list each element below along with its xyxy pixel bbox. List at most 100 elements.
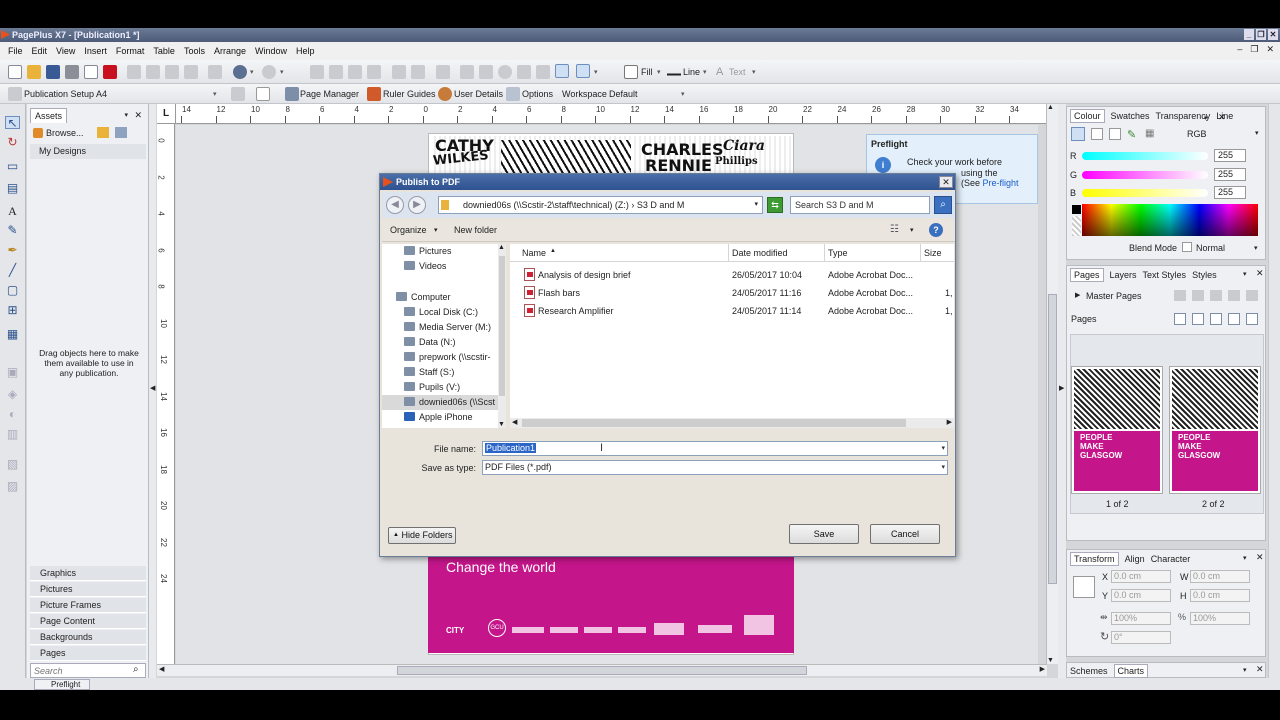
duplicate-page-icon[interactable] <box>1210 313 1222 325</box>
colour-menu-icon[interactable]: ▾ <box>1204 114 1208 122</box>
tab-align[interactable]: Align <box>1125 554 1145 564</box>
search-icon[interactable]: ⌕ <box>934 196 952 214</box>
file-row[interactable]: Analysis of design brief 26/05/2017 10:0… <box>510 266 954 284</box>
assets-search-input[interactable] <box>30 663 146 678</box>
table-tool-icon[interactable]: ▦ <box>5 328 20 341</box>
folder-icon[interactable] <box>97 127 109 138</box>
open-folder-icon[interactable] <box>27 65 41 79</box>
nav-item-pictures[interactable]: Pictures <box>382 244 498 259</box>
format-painter-icon[interactable] <box>184 65 198 79</box>
forward-button[interactable]: ▶ <box>408 196 426 214</box>
line-swatch-icon[interactable] <box>1091 128 1103 140</box>
page-properties-icon[interactable] <box>1246 313 1258 325</box>
master-properties-icon[interactable] <box>1228 290 1240 301</box>
column-type[interactable]: Type <box>828 248 848 258</box>
category-picture-frames[interactable]: Picture Frames <box>30 598 146 613</box>
fill-tool-icon[interactable]: ◈ <box>5 388 20 401</box>
page-thumbnail-1[interactable]: PEOPLE MAKE GLASGOW <box>1071 366 1163 494</box>
restore-button[interactable]: ❐ <box>1256 29 1266 40</box>
line-icon[interactable] <box>667 65 681 79</box>
menu-window[interactable]: Window <box>255 46 287 56</box>
b-value-input[interactable]: 255 <box>1214 186 1246 199</box>
add-page-icon[interactable] <box>1174 313 1186 325</box>
tab-pages[interactable]: Pages <box>1070 268 1104 282</box>
line-label[interactable]: Line <box>683 67 700 77</box>
crop-tool-icon[interactable]: ▭ <box>5 160 20 173</box>
r-slider[interactable] <box>1082 152 1208 160</box>
y-input[interactable]: 0.0 cm <box>1111 589 1171 602</box>
tab-swatches[interactable]: Swatches <box>1111 111 1150 121</box>
save-type-dropdown-icon[interactable]: ▾ <box>941 461 945 474</box>
menu-table[interactable]: Table <box>153 46 175 56</box>
nav-scroll-down-icon[interactable]: ▼ <box>498 421 505 428</box>
dialog-close-button[interactable]: ✕ <box>939 176 953 188</box>
transparency-tool-icon[interactable]: ◐ <box>5 408 20 421</box>
text-label[interactable]: Text <box>729 67 746 77</box>
page-size-dropdown-icon[interactable]: ▾ <box>213 90 217 98</box>
minimize-button[interactable]: _ <box>1244 29 1254 40</box>
view-options-icon[interactable]: ☷ <box>890 224 902 235</box>
undo-icon[interactable] <box>233 65 247 79</box>
pages-menu-icon[interactable]: ▾ <box>1243 270 1247 278</box>
copy-master-page-icon[interactable] <box>1210 290 1222 301</box>
cut-icon[interactable] <box>127 65 141 79</box>
nav-pane-scrollbar[interactable]: ▲ ▼ <box>498 244 506 428</box>
print-icon[interactable] <box>65 65 79 79</box>
add-master-page-icon[interactable] <box>1174 290 1186 301</box>
connector-tool-icon[interactable]: ⊞ <box>5 304 20 317</box>
new-folder-button[interactable]: New folder <box>454 225 497 235</box>
print-preview-icon[interactable] <box>84 65 98 79</box>
delete-master-page-icon[interactable] <box>1192 290 1204 301</box>
publish-pdf-icon[interactable] <box>103 65 117 79</box>
paste-icon[interactable] <box>165 65 179 79</box>
category-pages[interactable]: Pages <box>30 646 146 661</box>
align-icon[interactable] <box>436 65 450 79</box>
category-graphics[interactable]: Graphics <box>30 566 146 581</box>
nav-item-local-disk[interactable]: Local Disk (C:) <box>382 305 498 320</box>
snap-dropdown-icon[interactable]: ▾ <box>594 68 598 76</box>
text-style-icon[interactable]: A <box>716 66 723 78</box>
colour-close-icon[interactable]: ✕ <box>1218 112 1226 123</box>
page-manager-button[interactable]: Page Manager <box>300 89 359 99</box>
view-dropdown-icon[interactable]: ▾ <box>910 226 914 234</box>
menu-view[interactable]: View <box>56 46 75 56</box>
publication-setup-icon[interactable] <box>8 87 22 101</box>
user-details-button[interactable]: User Details <box>454 89 503 99</box>
dialog-title-bar[interactable]: Publish to PDF <box>380 174 955 190</box>
colour-model-select[interactable]: RGB <box>1187 129 1207 139</box>
menu-tools[interactable]: Tools <box>184 46 205 56</box>
workspace-select[interactable]: Default <box>609 89 638 99</box>
horizontal-scroll-thumb[interactable] <box>397 666 807 675</box>
user-details-icon[interactable] <box>438 87 452 101</box>
grid-icon[interactable] <box>555 64 569 78</box>
save-type-select[interactable]: PDF Files (*.pdf) ▾ <box>482 460 948 475</box>
transform-menu-icon[interactable]: ▾ <box>1243 554 1247 562</box>
nav-item-prepwork[interactable]: prepwork (\\scstir- <box>382 350 498 365</box>
menu-edit[interactable]: Edit <box>32 46 48 56</box>
tab-colour[interactable]: Colour <box>1070 109 1105 123</box>
shape-icon[interactable] <box>498 65 512 79</box>
right-splitter[interactable]: ▶ <box>1058 104 1066 690</box>
scroll-right-icon[interactable]: ▶ <box>1040 665 1045 673</box>
address-dropdown-icon[interactable]: ▾ <box>754 197 758 213</box>
assets-close-icon[interactable]: ✕ <box>134 110 142 121</box>
options-icon[interactable] <box>506 87 520 101</box>
nav-item-pupils[interactable]: Pupils (V:) <box>382 380 498 395</box>
none-swatch[interactable] <box>1072 216 1081 236</box>
tab-transform[interactable]: Transform <box>1070 552 1119 566</box>
collapse-left-icon[interactable]: ◀ <box>150 384 155 392</box>
scroll-up-icon[interactable]: ▲ <box>1047 104 1054 111</box>
tab-styles[interactable]: Styles <box>1192 270 1217 280</box>
replicate-icon[interactable] <box>208 65 222 79</box>
organize-dropdown-icon[interactable]: ▾ <box>434 226 438 234</box>
ungroup-icon[interactable] <box>329 65 343 79</box>
group-icon[interactable] <box>310 65 324 79</box>
line-dropdown-icon[interactable]: ▾ <box>703 68 707 76</box>
anchor-point-icon[interactable] <box>1073 576 1095 598</box>
color-picker-icon[interactable]: ✎ <box>1127 128 1139 141</box>
ruler-guides-icon[interactable] <box>367 87 381 101</box>
new-icon[interactable] <box>8 65 22 79</box>
help-icon[interactable]: ? <box>929 223 943 237</box>
bring-forward-icon[interactable] <box>348 65 362 79</box>
file-scroll-thumb[interactable] <box>522 419 906 427</box>
